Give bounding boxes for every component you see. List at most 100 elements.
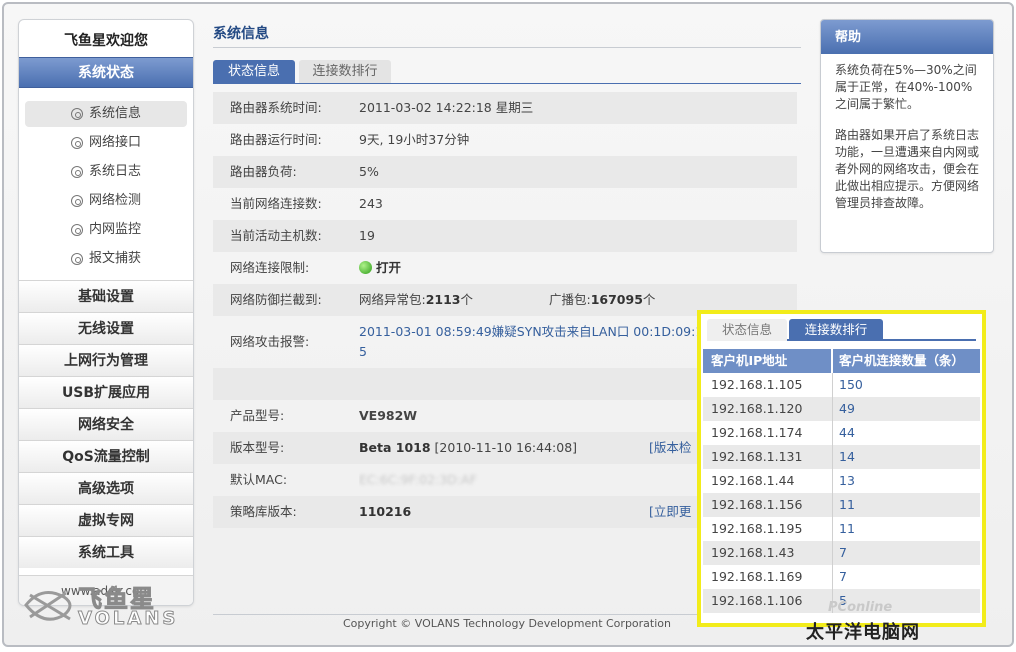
sidebar-subitem-label: 内网监控 bbox=[89, 222, 142, 237]
volans-logo: 飞鱼星 VOLANS bbox=[20, 575, 179, 635]
row-label: 路由器负荷: bbox=[230, 164, 297, 179]
radio-circle-icon bbox=[71, 137, 83, 149]
row-label: 默认MAC: bbox=[230, 472, 288, 487]
sidebar-item-qos[interactable]: QoS流量控制 bbox=[19, 440, 193, 472]
page-title: 系统信息 bbox=[213, 20, 801, 48]
table-row: 192.168.1.105 150 bbox=[703, 373, 980, 397]
client-ip: 192.168.1.169 bbox=[703, 565, 833, 589]
abnormal-unit: 个 bbox=[460, 292, 474, 307]
tab-connection-ranking[interactable]: 连接数排行 bbox=[789, 319, 883, 341]
update-now-link[interactable]: [立即更 bbox=[649, 496, 691, 528]
client-ip: 192.168.1.131 bbox=[703, 445, 833, 469]
sidebar-subitem-network-interface[interactable]: 网络接口 bbox=[25, 130, 187, 156]
help-panel: 帮助 系统负荷在5%—30%之间属于正常，在40%-100%之间属于繁忙。 路由… bbox=[820, 19, 994, 253]
uptime-value: 9天, 19小时37分钟 bbox=[359, 132, 470, 147]
table-row: 192.168.1.131 14 bbox=[703, 445, 980, 469]
sidebar-item-system-tools[interactable]: 系统工具 bbox=[19, 536, 193, 568]
tab-status-info[interactable]: 状态信息 bbox=[707, 319, 787, 341]
table-row: 当前活动主机数: 19 bbox=[213, 220, 797, 252]
connection-count: 7 bbox=[839, 569, 847, 584]
help-text-log: 路由器如果开启了系统日志功能，一旦遭遇来自内网或者外网的网络攻击，便会在此做出相… bbox=[835, 128, 980, 210]
broadcast-unit: 个 bbox=[642, 292, 656, 307]
table-row: 192.168.1.43 7 bbox=[703, 541, 980, 565]
sidebar-subitem-system-log[interactable]: 系统日志 bbox=[25, 159, 187, 185]
sidebar-subitem-lan-monitor[interactable]: 内网监控 bbox=[25, 217, 187, 243]
active-hosts-value: 19 bbox=[359, 228, 375, 243]
connection-count: 14 bbox=[839, 449, 855, 464]
sidebar-submenu: 系统信息 网络接口 系统日志 网络检测 内网监控 报文捕获 bbox=[19, 88, 193, 280]
table-row: 当前网络连接数: 243 bbox=[213, 188, 797, 220]
sidebar-subitem-label: 报文捕获 bbox=[89, 251, 142, 266]
row-label: 路由器运行时间: bbox=[230, 132, 322, 147]
sidebar-subitem-label: 网络接口 bbox=[89, 135, 142, 150]
table-row: 192.168.1.156 11 bbox=[703, 493, 980, 517]
row-label: 当前网络连接数: bbox=[230, 196, 322, 211]
overlay-tabs: 状态信息 连接数排行 bbox=[707, 317, 976, 341]
connection-limit-status: 打开 bbox=[376, 260, 402, 275]
firmware-version: Beta 1018 bbox=[359, 440, 431, 455]
sidebar-item-system-status[interactable]: 系统状态 bbox=[19, 57, 193, 88]
table-header: 客户机IP地址 客户机连接数量（条） bbox=[703, 349, 980, 373]
pconline-watermark: PConline 太平洋电脑网 bbox=[806, 596, 1016, 650]
welcome-title: 飞鱼星欢迎您 bbox=[64, 33, 148, 49]
tab-connection-ranking[interactable]: 连接数排行 bbox=[299, 60, 391, 83]
sidebar-subitem-label: 系统信息 bbox=[89, 106, 142, 121]
sidebar-subitem-label: 网络检测 bbox=[89, 193, 142, 208]
sidebar: 飞鱼星欢迎您 系统状态 系统信息 网络接口 系统日志 网络检测 内网监控 报文捕… bbox=[18, 19, 194, 606]
fish-logo-icon bbox=[24, 591, 72, 621]
connection-count: 13 bbox=[839, 473, 855, 488]
sidebar-item-wireless-settings[interactable]: 无线设置 bbox=[19, 312, 193, 344]
client-ip: 192.168.1.174 bbox=[703, 421, 833, 445]
column-header-ip: 客户机IP地址 bbox=[703, 349, 831, 373]
table-row: 路由器运行时间: 9天, 19小时37分钟 bbox=[213, 124, 797, 156]
sidebar-subitem-packet-capture[interactable]: 报文捕获 bbox=[25, 246, 187, 272]
sidebar-item-behavior-management[interactable]: 上网行为管理 bbox=[19, 344, 193, 376]
connection-ranking-table: 客户机IP地址 客户机连接数量（条） 192.168.1.105 150 192.… bbox=[703, 349, 980, 613]
client-ip: 192.168.1.195 bbox=[703, 517, 833, 541]
connection-count: 49 bbox=[839, 401, 855, 416]
mac-address-blurred: EC:6C:9F:02:3D:AF bbox=[359, 472, 477, 487]
connection-count: 44 bbox=[839, 425, 855, 440]
check-version-link[interactable]: [版本检 bbox=[649, 432, 691, 464]
tab-status-info[interactable]: 状态信息 bbox=[213, 60, 295, 83]
radio-circle-icon bbox=[71, 195, 83, 207]
client-ip: 192.168.1.44 bbox=[703, 469, 833, 493]
client-ip: 192.168.1.120 bbox=[703, 397, 833, 421]
sidebar-item-advanced[interactable]: 高级选项 bbox=[19, 472, 193, 504]
main-tabs: 状态信息 连接数排行 bbox=[213, 60, 801, 84]
broadcast-count: 167095 bbox=[590, 292, 643, 307]
sidebar-item-usb-apps[interactable]: USB扩展应用 bbox=[19, 376, 193, 408]
client-ip: 192.168.1.43 bbox=[703, 541, 833, 565]
sidebar-item-network-security[interactable]: 网络安全 bbox=[19, 408, 193, 440]
row-label: 路由器系统时间: bbox=[230, 100, 322, 115]
sidebar-subitem-network-check[interactable]: 网络检测 bbox=[25, 188, 187, 214]
connection-ranking-highlight: 状态信息 连接数排行 客户机IP地址 客户机连接数量（条） 192.168.1.… bbox=[697, 310, 986, 627]
firmware-date: [2010-11-10 16:44:08] bbox=[430, 440, 578, 455]
broadcast-stat: 广播包:167095个 bbox=[549, 284, 655, 316]
table-row: 192.168.1.169 7 bbox=[703, 565, 980, 589]
sidebar-subitem-label: 系统日志 bbox=[89, 164, 142, 179]
sidebar-item-vpn[interactable]: 虚拟专网 bbox=[19, 504, 193, 536]
radio-circle-icon bbox=[71, 166, 83, 178]
row-label: 网络防御拦截到: bbox=[230, 292, 322, 307]
row-label: 策略库版本: bbox=[230, 504, 297, 519]
connection-count: 11 bbox=[839, 521, 855, 536]
table-row: 192.168.1.120 49 bbox=[703, 397, 980, 421]
table-row: 路由器系统时间: 2011-03-02 14:22:18 星期三 bbox=[213, 92, 797, 124]
watermark-text-cn: 太平洋电脑网 bbox=[806, 622, 920, 643]
system-time-value: 2011-03-02 14:22:18 星期三 bbox=[359, 100, 534, 115]
logo-text-en: VOLANS bbox=[77, 608, 179, 630]
radio-circle-icon bbox=[71, 108, 83, 120]
abnormal-label: 网络异常包: bbox=[359, 292, 426, 307]
sidebar-item-basic-settings[interactable]: 基础设置 bbox=[19, 280, 193, 312]
sidebar-subitem-system-info[interactable]: 系统信息 bbox=[25, 101, 187, 127]
radio-circle-icon bbox=[71, 253, 83, 265]
watermark-text-en: PConline bbox=[828, 600, 893, 615]
connection-count: 150 bbox=[839, 377, 863, 392]
broadcast-label: 广播包: bbox=[549, 292, 591, 307]
abnormal-count: 2113 bbox=[425, 292, 461, 307]
client-ip: 192.168.1.156 bbox=[703, 493, 833, 517]
connections-value: 243 bbox=[359, 196, 383, 211]
connection-count: 7 bbox=[839, 545, 847, 560]
row-label: 网络连接限制: bbox=[230, 260, 310, 275]
